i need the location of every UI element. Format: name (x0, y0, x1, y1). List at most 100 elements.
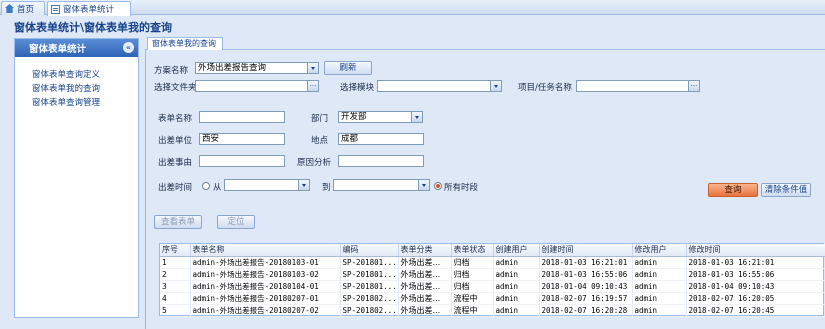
cell-creator: admin (493, 280, 540, 293)
cell-creator: admin (493, 256, 540, 269)
browse-icon[interactable]: ... (307, 81, 318, 91)
col-header-modified-time[interactable]: 修改时间 (686, 244, 825, 257)
col-header-created-time[interactable]: 创建时间 (539, 244, 633, 257)
folder-label: 选择文件夹 (154, 83, 197, 93)
module-label: 选择模块 (340, 83, 375, 93)
from-label: 从 (213, 183, 222, 193)
time-label: 出差时间 (158, 183, 193, 193)
chevron-down-icon[interactable] (298, 180, 309, 190)
tab-home-label: 首页 (17, 4, 35, 15)
place-label: 地点 (311, 136, 329, 146)
results-grid: 序号 表单名称 编码 表单分类 表单状态 创建用户 创建时间 修改用户 修改时间… (159, 243, 825, 317)
chevron-down-icon[interactable] (411, 112, 422, 122)
cell-category: 外场出差... (398, 268, 452, 281)
cell-category: 外场出差... (398, 292, 452, 305)
cell-form-name: admin-外场出差报告-20180103-02 (190, 268, 341, 281)
tab-home[interactable]: 首页 (1, 1, 45, 15)
col-header-form-name[interactable]: 表单名称 (190, 244, 341, 257)
col-header-code[interactable]: 编码 (340, 244, 399, 257)
chevron-down-icon[interactable] (307, 63, 318, 73)
cell-created-time: 2018-01-04 09:10:43 (539, 280, 633, 293)
cell-creator: admin (493, 304, 540, 317)
nav-item-query-management[interactable]: 窗体表单查询管理 (32, 96, 100, 108)
left-nav-panel: 窗体表单统计 « 窗体表单查询定义 窗体表单我的查询 窗体表单查询管理 (14, 38, 139, 318)
page-title: 窗体表单统计\窗体表单我的查询 (14, 21, 173, 34)
dept-select[interactable]: 开发部 (338, 111, 423, 123)
table-row[interactable]: 1 admin-外场出差报告-20180103-01 SP-201801... … (160, 256, 825, 269)
cell-category: 外场出差... (398, 256, 452, 269)
cell-modified-time: 2018-01-03 16:21:01 (686, 256, 825, 269)
cell-category: 外场出差... (398, 280, 452, 293)
cell-created-time: 2018-01-03 16:21:01 (539, 256, 633, 269)
from-radio[interactable] (202, 182, 210, 190)
to-date-select[interactable] (333, 179, 430, 191)
nav-item-query-definition[interactable]: 窗体表单查询定义 (32, 68, 100, 80)
scheme-value: 外场出差报告查询 (198, 63, 267, 73)
query-button[interactable]: 查询 (708, 183, 758, 197)
cell-index: 3 (160, 280, 191, 293)
nav-header: 窗体表单统计 « (15, 39, 138, 57)
locate-button[interactable]: 定位 (217, 215, 255, 229)
cell-status: 流程中 (451, 292, 494, 305)
from-date-select[interactable] (224, 179, 310, 191)
formname-label: 表单名称 (158, 114, 193, 124)
cell-form-name: admin-外场出差报告-20180103-01 (190, 256, 341, 269)
cell-form-name: admin-外场出差报告-20180207-01 (190, 292, 341, 305)
col-header-category[interactable]: 表单分类 (398, 244, 452, 257)
scheme-select[interactable]: 外场出差报告查询 (195, 62, 319, 74)
collapse-icon[interactable]: « (123, 42, 134, 53)
all-time-radio[interactable] (434, 182, 442, 190)
cell-modified-time: 2018-01-04 09:10:43 (686, 280, 825, 293)
table-row[interactable]: 3 admin-外场出差报告-20180104-01 SP-201801... … (160, 280, 825, 293)
cell-modifier: admin (632, 268, 687, 281)
cell-index: 5 (160, 304, 191, 317)
to-label: 到 (322, 183, 331, 193)
col-header-creator[interactable]: 创建用户 (493, 244, 540, 257)
folder-field[interactable]: ... (195, 80, 319, 92)
col-header-modifier[interactable]: 修改用户 (632, 244, 687, 257)
grid-header-row: 序号 表单名称 编码 表单分类 表单状态 创建用户 创建时间 修改用户 修改时间 (160, 244, 825, 257)
tab-my-query[interactable]: 窗体表单我的查询 (147, 37, 223, 50)
main-tabstrip: 窗体表单我的查询 (145, 37, 825, 50)
cell-form-name: admin-外场出差报告-20180104-01 (190, 280, 341, 293)
tab-form-statistics[interactable]: 窗体表单统计 (47, 1, 131, 16)
cause-label: 原因分析 (297, 158, 332, 168)
clear-conditions-button[interactable]: 清除条件值 (761, 183, 811, 197)
unit-field[interactable]: 西安 (199, 133, 285, 145)
dept-value: 开发部 (341, 112, 367, 122)
view-form-button[interactable]: 查看表单 (154, 215, 202, 229)
cause-field[interactable] (338, 155, 424, 167)
dept-label: 部门 (311, 114, 329, 124)
cell-code: SP-201801... (340, 256, 399, 269)
browse-icon[interactable]: ... (688, 81, 699, 91)
module-select[interactable] (377, 80, 502, 92)
refresh-button[interactable]: 刷新 (324, 61, 372, 75)
main-panel: 窗体表单我的查询 方案名称 外场出差报告查询 刷新 选择文件夹 ... 选择模块… (145, 37, 825, 329)
reason-field[interactable] (199, 155, 285, 167)
cell-modifier: admin (632, 292, 687, 305)
scheme-label: 方案名称 (154, 66, 189, 76)
place-field[interactable]: 成都 (338, 133, 424, 145)
table-row[interactable]: 4 admin-外场出差报告-20180207-01 SP-201802... … (160, 292, 825, 305)
cell-index: 2 (160, 268, 191, 281)
table-row[interactable]: 2 admin-外场出差报告-20180103-02 SP-201801... … (160, 268, 825, 281)
formname-field[interactable] (199, 111, 285, 123)
cell-code: SP-201801... (340, 268, 399, 281)
unit-label: 出差单位 (158, 136, 193, 146)
cell-creator: admin (493, 268, 540, 281)
cell-form-name: admin-外场出差报告-20180207-02 (190, 304, 341, 317)
cell-code: SP-201801... (340, 280, 399, 293)
cell-created-time: 2018-02-07 16:20:28 (539, 304, 633, 317)
nav-item-my-query[interactable]: 窗体表单我的查询 (32, 82, 100, 94)
table-row[interactable]: 5 admin-外场出差报告-20180207-02 SP-201802... … (160, 304, 825, 317)
cell-index: 1 (160, 256, 191, 269)
project-field[interactable]: ... (576, 80, 700, 92)
col-header-index[interactable]: 序号 (160, 244, 191, 257)
cell-status: 归档 (451, 256, 494, 269)
cell-category: 外场出差... (398, 304, 452, 317)
chevron-down-icon[interactable] (490, 81, 501, 91)
cell-modified-time: 2018-02-07 16:20:45 (686, 304, 825, 317)
col-header-status[interactable]: 表单状态 (451, 244, 494, 257)
cell-creator: admin (493, 292, 540, 305)
chevron-down-icon[interactable] (418, 180, 429, 190)
